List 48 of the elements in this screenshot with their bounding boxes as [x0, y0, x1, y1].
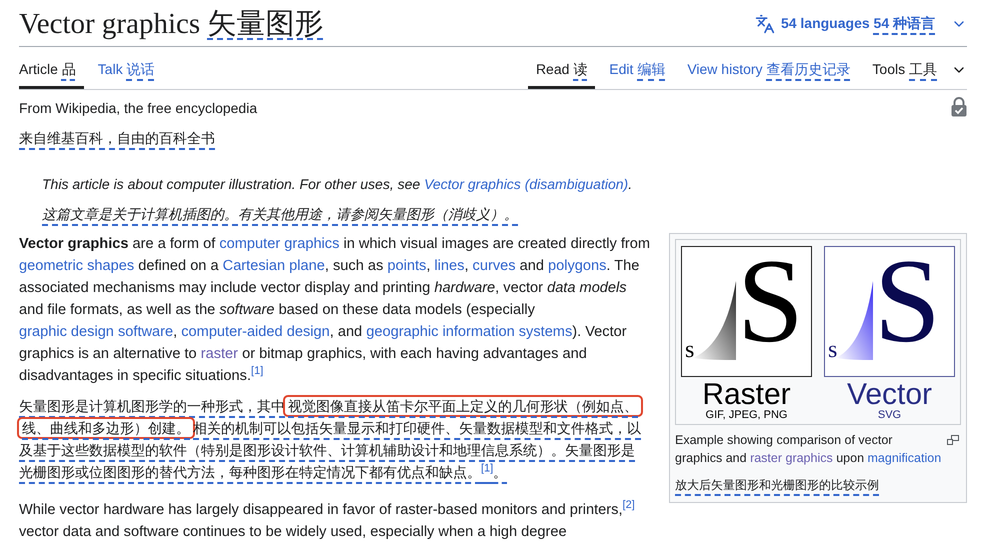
link[interactable]: Vector graphics (disambiguation) — [424, 176, 628, 192]
image-label: Raster — [702, 381, 791, 409]
tagline: From Wikipedia, the free encyclopedia — [19, 99, 258, 118]
link[interactable]: computer-aided design — [181, 324, 330, 340]
page-title: Vector graphics 矢量图形 — [19, 7, 324, 42]
link[interactable]: graphic design software — [19, 324, 174, 340]
figure-caption: Example showing comparison of vector graphics and raster graphics upon magnification — [675, 432, 942, 467]
paragraph-translation-line: 矢量图形是计算机图形学的一种形式，其中 视觉图像直接从笛卡尔平面上定义的几何形状（例如点、 — [19, 398, 641, 414]
article-paragraph: Vector graphics are a form of computer graphics in which visual images are created directly from geometric shapes defined on a Cartesian plane, such as points, lines, curves and polygons. The associated mechanisms may include vector display and printing hardware, vector data models and file formats, as well as the software based on these data models (especially graphic design software, computer-aided design, and geographic information systems). Vector graphics is an alternative to raster or bitmap graphics, with each having advantages and disadvantages in specific situations.$^{[1]}$ — [19, 235, 651, 386]
paragraph-translation-line: 及基于这些数据模型的软件（特别是图形设计软件、计算机辅助设计和地理信息系统）。矢量图形是 — [19, 442, 635, 458]
hatnote: This article is about computer illustration. For other uses, see Vector graphics (disambiguation). — [42, 175, 634, 194]
footnote-link[interactable]: [1] — [251, 365, 264, 378]
link[interactable]: curves — [472, 258, 516, 274]
format-label: GIF, JPEG, PNG — [706, 409, 788, 422]
footnote-link[interactable]: [2] — [622, 499, 635, 512]
link[interactable]: raster — [200, 346, 238, 362]
link[interactable]: raster graphics — [750, 451, 833, 465]
footnote-link[interactable]: [1] — [481, 462, 494, 474]
link[interactable]: lines — [434, 258, 464, 274]
link[interactable]: geographic information systems — [366, 324, 572, 340]
link[interactable]: Cartesian plane — [222, 258, 325, 274]
tab[interactable]: Article 品 — [19, 57, 84, 89]
link[interactable]: computer graphics — [219, 236, 340, 252]
tab[interactable]: Read 读 — [528, 57, 596, 89]
language-icon — [754, 14, 775, 34]
image-label: Vector — [846, 381, 932, 409]
caption-translation: 放大后矢量图形和光栅图形的比较示例 — [675, 478, 879, 492]
link[interactable]: polygons — [548, 258, 606, 274]
large-letter: S — [737, 246, 804, 367]
tab[interactable]: View history 查看历史记录 — [679, 57, 858, 89]
tab[interactable]: Talk 说话 — [90, 57, 163, 89]
link[interactable]: magnification — [868, 451, 942, 465]
lock-icon — [951, 97, 967, 117]
language-button[interactable]: 54 languages 54 种语言 — [754, 14, 967, 34]
tools-menu[interactable]: Tools 工具 — [864, 57, 967, 89]
highlight-box: 视觉图像直接从笛卡尔平面上定义的几何形状（例如点、 — [283, 395, 643, 417]
tagline-translation: 来自维基百科，自由的百科全书 — [19, 130, 215, 146]
hatnote-translation: 这篇文章是关于计算机插图的。有关其他用途，请参阅矢量图形（消歧义）。 — [42, 206, 518, 222]
tab[interactable]: Edit 编辑 — [601, 57, 674, 89]
enlarge-icon[interactable] — [947, 435, 959, 445]
small-letter: s — [685, 337, 694, 363]
format-label: SVG — [878, 409, 902, 422]
small-letter: s — [828, 337, 838, 363]
link[interactable]: points — [387, 258, 426, 274]
large-letter: S — [874, 246, 941, 367]
paragraph-translation-line: 光栅图形或位图图形的替代方法，每种图形在特定情况下都有优点和缺点。$^{[1]}$。 — [19, 464, 508, 480]
link[interactable]: geometric shapes — [19, 258, 134, 274]
article-paragraph: While vector hardware has largely disappeared in favor of raster-based monitors and printers,$^{[2]}$ vector data and software continues to be widely used, especially when a high degree — [19, 499, 636, 542]
